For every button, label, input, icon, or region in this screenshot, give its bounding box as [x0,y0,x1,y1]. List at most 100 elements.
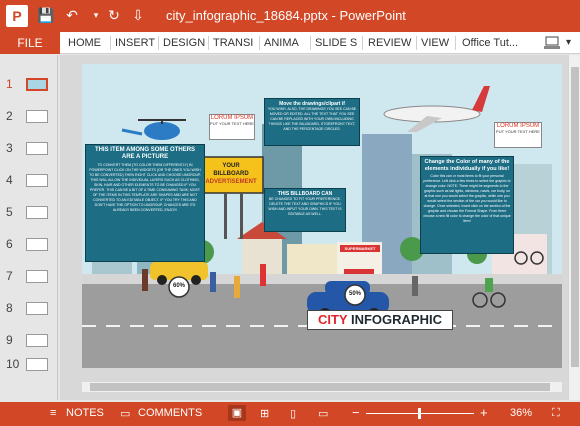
tab-divider [362,36,363,50]
supermarket-sign: SUPERMARKET [340,245,380,252]
tab-insert[interactable]: INSERT [115,32,155,54]
zoom-level[interactable]: 36% [510,407,532,419]
account-icon[interactable] [544,36,562,50]
customize-toolbar-icon[interactable]: ⇩ [128,6,148,26]
slide-preview [26,302,48,315]
tab-view[interactable]: VIEW [421,32,449,54]
tab-review[interactable]: REVIEW [368,32,411,54]
document-title: city_infographic_18684.pptx - PowerPoint [166,8,406,23]
tab-design[interactable]: DESIGN [163,32,205,54]
slide-thumbnail-3[interactable]: 3 [0,139,58,159]
callout-change-color[interactable]: Change the Color of many of the elements… [420,156,514,254]
slide-number: 7 [6,269,13,283]
callout-picture-info[interactable]: THIS ITEM AMONG SOME OTHERS ARE A PICTUR… [85,144,205,262]
slide-number: 1 [6,77,13,91]
slide-number: 4 [6,173,13,187]
lorum-subtext: PUT YOUR TEXT HERE [496,129,540,134]
slide-title[interactable]: CITY INFOGRAPHIC [307,310,453,330]
slide-thumbnail-6[interactable]: 6 [0,235,58,255]
slide-preview [26,110,48,123]
callout-right-body: Color this can or most items to fit your… [423,174,511,223]
slide-number: 2 [6,109,13,123]
slideshow-icon[interactable]: ▭ [318,407,328,420]
lorum-subtext: PUT YOUR TEXT HERE [210,121,254,126]
title-bar: P 💾 ↶ ▾ ↻ ⇩ city_infographic_18684.pptx … [0,0,580,32]
tab-animations[interactable]: ANIMA [264,32,299,54]
lorum-ipsum-box-right[interactable]: LORUM IPSUM PUT YOUR TEXT HERE [494,122,542,148]
billboard-text: YOUR BILLBOARD ADVERTISEMENT [199,162,263,186]
powerpoint-logo-icon: P [6,5,28,27]
slide-number: 5 [6,205,13,219]
tab-divider [259,36,260,50]
slide-thumbnail-7[interactable]: 7 [0,267,58,287]
slide-sorter-icon[interactable]: ⊞ [260,407,269,420]
slide-title-infographic: INFOGRAPHIC [347,312,442,327]
tab-transitions[interactable]: TRANSI [213,32,253,54]
helicopter [144,122,180,140]
status-bar: ≡ NOTES ▭ COMMENTS ▣ ⊞ ▯ ▭ − + 36% ⛶ [0,402,580,426]
billboard-line-2: BILLBOARD [213,171,249,177]
billboard-callout-body: BE CHANGED TO FIT YOUR PREFERENCE. DELET… [268,197,342,216]
slide-thumbnail-5[interactable]: 5 [0,203,58,223]
callout-move-drawings[interactable]: Move the drawings/clipart if YOU WISH. A… [264,98,360,146]
tab-divider [310,36,311,50]
slide-thumbnail-9[interactable]: 9 [0,331,58,351]
slide-number: 8 [6,301,13,315]
pedestrian [142,269,148,291]
slide-number: 10 [6,357,20,371]
tab-slideshow[interactable]: SLIDE S [315,32,357,54]
slide-preview [26,270,48,283]
slide-thumbnail-10[interactable]: 10 [0,355,58,375]
tab-file[interactable]: FILE [0,32,60,54]
slide-preview [26,174,48,187]
reading-view-icon[interactable]: ▯ [290,407,296,420]
shop-yellow [287,244,337,274]
tab-divider [455,36,456,50]
slide-thumbnail-4[interactable]: 4 [0,171,58,191]
horizontal-scrollbar[interactable] [82,382,562,392]
normal-view-icon[interactable]: ▣ [228,405,246,421]
undo-icon[interactable]: ↶ [62,6,82,26]
lorum-ipsum-box-left[interactable]: LORUM IPSUM PUT YOUR TEXT HERE [209,114,255,140]
slide-number: 9 [6,333,13,347]
percentage-label-mid: 50% [348,291,361,297]
city-infographic-slide[interactable]: 60% 50% YOUR BILLBOARD ADVERTISEMENT SUP… [82,64,562,368]
slide-number: 6 [6,237,13,251]
callout-left-body: TO CONVERT THEM (TO COLOR THEM DIFFERENT… [89,163,201,212]
notes-button[interactable]: NOTES [66,407,104,419]
callout-top-body: YOU WISH. ALSO, THE DRAWINGS YOU SEE CAN… [267,107,357,131]
zoom-in-button[interactable]: + [480,405,488,420]
tab-divider [416,36,417,50]
percentage-label-left: 60% [172,283,185,289]
ribbon-expand-icon[interactable]: ▾ [566,32,571,54]
callout-billboard[interactable]: THIS BILLBOARD CAN BE CHANGED TO FIT YOU… [264,188,346,232]
ribbon-tab-bar: FILE HOME INSERT DESIGN TRANSI ANIMA SLI… [0,32,580,54]
redo-icon[interactable]: ↻ [104,6,124,26]
zoom-slider-handle[interactable] [418,408,421,419]
fit-slide-icon[interactable]: ⛶ [552,407,560,420]
slide-thumbnail-2[interactable]: 2 [0,107,58,127]
billboard-line-3: ADVERTISEMENT [205,179,257,185]
vertical-scrollbar[interactable] [568,55,580,400]
vertical-scrollbar-thumb[interactable] [571,67,579,367]
slide-preview [26,206,48,219]
slide-preview [26,78,48,91]
slide-number: 3 [6,141,13,155]
slide-preview [26,142,48,155]
callout-left-title: THIS ITEM AMONG SOME OTHERS ARE A PICTUR… [94,147,196,160]
comments-icon[interactable]: ▭ [120,407,130,420]
billboard-line-1: YOUR [222,163,240,169]
slide-preview [26,334,48,347]
horizontal-scrollbar-thumb[interactable] [90,383,550,391]
slide-preview [26,238,48,251]
tab-home[interactable]: HOME [68,32,101,54]
notes-icon[interactable]: ≡ [50,407,56,419]
tab-office-tutorials[interactable]: Office Tut... [462,32,518,54]
comments-button[interactable]: COMMENTS [138,407,202,419]
slide-thumbnail-8[interactable]: 8 [0,299,58,319]
tab-divider [158,36,159,50]
slide-thumbnail-1[interactable]: 1 [0,75,58,95]
undo-dropdown-icon[interactable]: ▾ [86,6,106,26]
save-icon[interactable]: 💾 [36,6,56,26]
zoom-out-button[interactable]: − [352,405,360,420]
